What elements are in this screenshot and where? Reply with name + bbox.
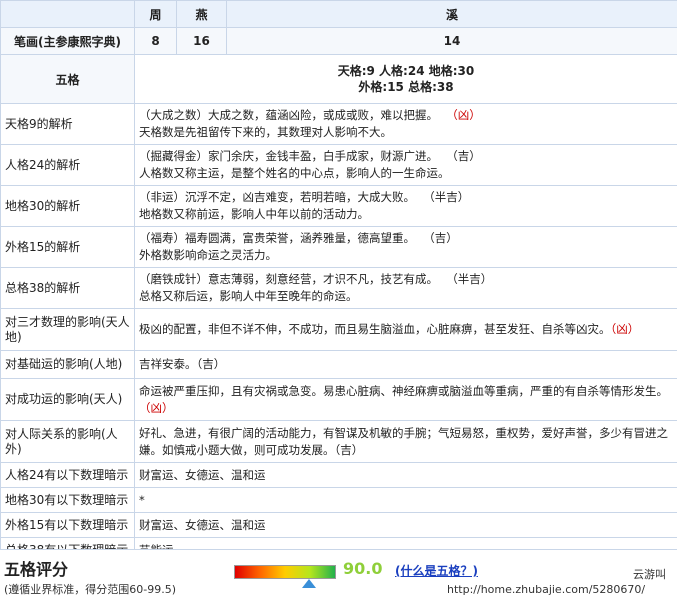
analysis-text: （掘藏得金）家门余庆，金钱丰盈，白手成家，财源广进。 — [139, 149, 438, 163]
name-analysis-table: 周 燕 溪 笔画(主参康熙字典) 8 16 14 五格 天格:9 人格:24 地… — [0, 0, 677, 563]
fortune-tag: （凶） — [452, 108, 481, 122]
influence-label: 对人际关系的影响(人外) — [1, 421, 135, 463]
hint-row: 人格24有以下数理暗示财富运、女德运、温和运 — [1, 463, 677, 488]
analysis-row: 总格38的解析 （磨铁成针）意志薄弱，刻意经营，才识不凡，技艺有成。 （半吉） 总格又… — [1, 268, 677, 309]
wuge-result-panel: 周 燕 溪 笔画(主参康熙字典) 8 16 14 五格 天格:9 人格:24 地… — [0, 0, 677, 599]
analysis-value: （掘藏得金）家门余庆，金钱丰盈，白手成家，财源广进。 （吉） 人格数又称主运，是整个… — [135, 145, 677, 186]
influence-label: 对基础运的影响(人地) — [1, 351, 135, 379]
analysis-row: 人格24的解析 （掘藏得金）家门余庆，金钱丰盈，白手成家，财源广进。 （吉） 人格数又… — [1, 145, 677, 186]
fortune-tag: （吉） — [429, 231, 458, 245]
influence-value: 吉祥安泰。（吉） — [135, 351, 677, 379]
watermark-username: 云游叫 — [633, 566, 666, 582]
score-marker-icon — [302, 579, 316, 588]
wuge-values: 天格:9 人格:24 地格:30 外格:15 总格:38 — [135, 55, 677, 104]
fortune-tag: （凶） — [611, 322, 640, 336]
analysis-text: （大成之数）大成之数，蕴涵凶险，或成或败，难以把握。 — [139, 108, 438, 122]
analysis-value: （大成之数）大成之数，蕴涵凶险，或成或败，难以把握。 （凶） 天格数是先祖留传下来的… — [135, 104, 677, 145]
hint-value: 财富运、女德运、温和运 — [135, 463, 677, 488]
influence-text: 好礼、急进，有很广阔的活动能力，有智谋及机敏的手腕；气短易怒，重权势，爱好声誉，… — [139, 426, 668, 457]
analysis-label: 总格38的解析 — [1, 268, 135, 309]
wuge-values-line-2: 外格:15 总格:38 — [139, 79, 673, 95]
fortune-tag: （吉） — [452, 149, 481, 163]
analysis-row: 地格30的解析 （非运）沉浮不定，凶吉难变，若明若暗，大成大败。 （半吉） 地格数又称… — [1, 186, 677, 227]
influence-label: 对成功运的影响(天人) — [1, 379, 135, 421]
analysis-label: 天格9的解析 — [1, 104, 135, 145]
fortune-tag: （凶） — [139, 401, 174, 415]
influence-row: 对三才数理的影响(天人地) 极凶的配置，非但不详不伸，不成功，而且易生脑溢血，心脏… — [1, 309, 677, 351]
strokes-label: 笔画(主参康熙字典) — [1, 28, 135, 55]
strokes-row: 笔画(主参康熙字典) 8 16 14 — [1, 28, 677, 55]
hint-value: * — [135, 488, 677, 513]
hint-row: 外格15有以下数理暗示财富运、女德运、温和运 — [1, 513, 677, 538]
analysis-label: 人格24的解析 — [1, 145, 135, 186]
influence-rows: 对三才数理的影响(天人地) 极凶的配置，非但不详不伸，不成功，而且易生脑溢血，心脏… — [1, 309, 677, 463]
influence-value: 命运被严重压抑，且有灾祸或急变。易患心脏病、神经麻痹或脑溢血等重病，严重的有自杀… — [135, 379, 677, 421]
wuge-label: 五格 — [1, 55, 135, 104]
analysis-line-1: （非运）沉浮不定，凶吉难变，若明若暗，大成大败。 （半吉） — [139, 189, 673, 206]
influence-text: 吉祥安泰。（吉） — [139, 357, 225, 371]
fortune-tag: （半吉） — [452, 272, 492, 286]
analysis-text: （磨铁成针）意志薄弱，刻意经营，才识不凡，技艺有成。 — [139, 272, 438, 286]
analysis-line-2: 人格数又称主运，是整个姓名的中心点，影响人的一生命运。 — [139, 165, 673, 182]
influence-text: 命运被严重压抑，且有灾祸或急变。易患心脏病、神经麻痹或脑溢血等重病，严重的有自杀… — [139, 384, 668, 398]
influence-row: 对成功运的影响(天人) 命运被严重压抑，且有灾祸或急变。易患心脏病、神经麻痹或脑溢… — [1, 379, 677, 421]
header-char-2: 燕 — [177, 1, 227, 28]
score-section: 五格评分 (遵循业界标准，得分范围60-99.5) 90.0 (什么是五格？) … — [0, 549, 677, 600]
header-char-3: 溪 — [227, 1, 677, 28]
score-subtitle: (遵循业界标准，得分范围60-99.5) — [4, 581, 176, 597]
analysis-line-2: 外格数影响命运之灵活力。 — [139, 247, 673, 264]
analysis-label: 外格15的解析 — [1, 227, 135, 268]
hint-label: 人格24有以下数理暗示 — [1, 463, 135, 488]
analysis-line-1: （福寿）福寿圆满，富贵荣誉，涵养雅量，德高望重。 （吉） — [139, 230, 673, 247]
header-blank-cell — [1, 1, 135, 28]
analysis-line-1: （掘藏得金）家门余庆，金钱丰盈，白手成家，财源广进。 （吉） — [139, 148, 673, 165]
analysis-line-1: （磨铁成针）意志薄弱，刻意经营，才识不凡，技艺有成。 （半吉） — [139, 271, 673, 288]
influence-value: 好礼、急进，有很广阔的活动能力，有智谋及机敏的手腕；气短易怒，重权势，爱好声誉，… — [135, 421, 677, 463]
header-row: 周 燕 溪 — [1, 1, 677, 28]
hint-rows: 人格24有以下数理暗示财富运、女德运、温和运地格30有以下数理暗示*外格15有以… — [1, 463, 677, 563]
strokes-value-3: 14 — [227, 28, 677, 55]
analysis-rows: 天格9的解析 （大成之数）大成之数，蕴涵凶险，或成或败，难以把握。 （凶） 天格数是先… — [1, 104, 677, 309]
analysis-label: 地格30的解析 — [1, 186, 135, 227]
influence-text: 极凶的配置，非但不详不伸，不成功，而且易生脑溢血，心脏麻痹，甚至发狂、自杀等凶灾… — [139, 322, 611, 336]
analysis-line-2: 总格又称后运，影响人中年至晚年的命运。 — [139, 288, 673, 305]
influence-value: 极凶的配置，非但不详不伸，不成功，而且易生脑溢血，心脏麻痹，甚至发狂、自杀等凶灾… — [135, 309, 677, 351]
analysis-row: 天格9的解析 （大成之数）大成之数，蕴涵凶险，或成或败，难以把握。 （凶） 天格数是先… — [1, 104, 677, 145]
score-title: 五格评分 — [4, 556, 68, 580]
score-value: 90.0 — [343, 559, 382, 578]
analysis-line-2: 地格数又称前运，影响人中年以前的活动力。 — [139, 206, 673, 223]
hint-label: 地格30有以下数理暗示 — [1, 488, 135, 513]
wuge-row: 五格 天格:9 人格:24 地格:30 外格:15 总格:38 — [1, 55, 677, 104]
wuge-values-line-1: 天格:9 人格:24 地格:30 — [139, 63, 673, 79]
analysis-text: （非运）沉浮不定，凶吉难变，若明若暗，大成大败。 — [139, 190, 415, 204]
analysis-text: （福寿）福寿圆满，富贵荣誉，涵养雅量，德高望重。 — [139, 231, 415, 245]
analysis-value: （福寿）福寿圆满，富贵荣誉，涵养雅量，德高望重。 （吉） 外格数影响命运之灵活力。 — [135, 227, 677, 268]
strokes-value-2: 16 — [177, 28, 227, 55]
watermark-url: http://home.zhubajie.com/5280670/ — [447, 583, 645, 596]
influence-label: 对三才数理的影响(天人地) — [1, 309, 135, 351]
strokes-value-1: 8 — [135, 28, 177, 55]
influence-row: 对人际关系的影响(人外)好礼、急进，有很广阔的活动能力，有智谋及机敏的手腕；气短… — [1, 421, 677, 463]
analysis-line-2: 天格数是先祖留传下来的，其数理对人影响不大。 — [139, 124, 673, 141]
analysis-line-1: （大成之数）大成之数，蕴涵凶险，或成或败，难以把握。 （凶） — [139, 107, 673, 124]
analysis-value: （磨铁成针）意志薄弱，刻意经营，才识不凡，技艺有成。 （半吉） 总格又称后运，影响人… — [135, 268, 677, 309]
fortune-tag: （半吉） — [429, 190, 469, 204]
analysis-value: （非运）沉浮不定，凶吉难变，若明若暗，大成大败。 （半吉） 地格数又称前运，影响人中… — [135, 186, 677, 227]
hint-row: 地格30有以下数理暗示* — [1, 488, 677, 513]
what-is-wuge-link[interactable]: (什么是五格？) — [395, 562, 478, 579]
hint-label: 外格15有以下数理暗示 — [1, 513, 135, 538]
score-gradient-bar — [234, 565, 336, 579]
analysis-row: 外格15的解析 （福寿）福寿圆满，富贵荣誉，涵养雅量，德高望重。 （吉） 外格数影响命… — [1, 227, 677, 268]
hint-value: 财富运、女德运、温和运 — [135, 513, 677, 538]
header-char-1: 周 — [135, 1, 177, 28]
influence-row: 对基础运的影响(人地) 吉祥安泰。（吉） — [1, 351, 677, 379]
